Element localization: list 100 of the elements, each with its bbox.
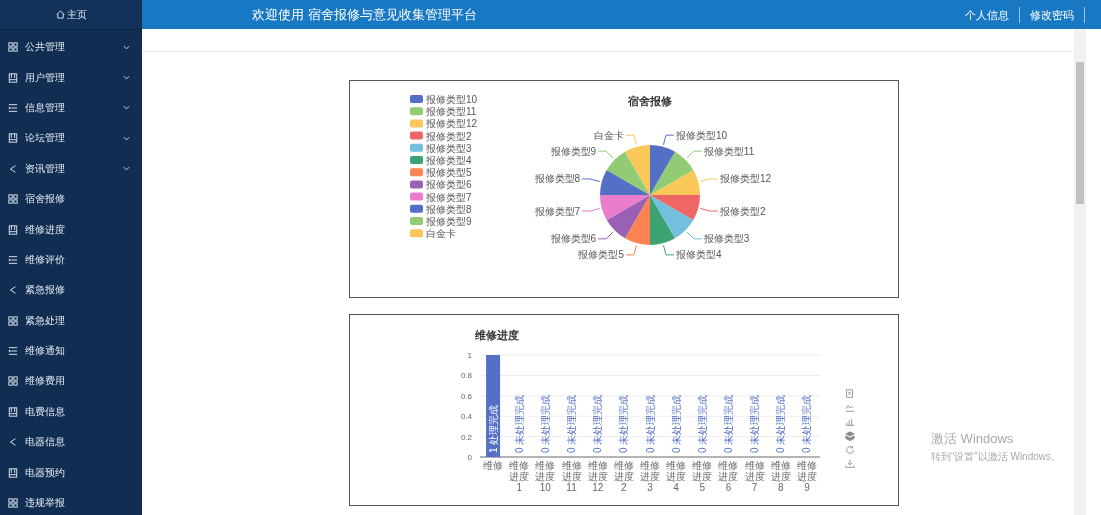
- slice-label: 报修类型5: [578, 249, 624, 261]
- chart-title: 维修进度: [475, 329, 519, 341]
- legend-swatch[interactable]: [410, 204, 423, 213]
- sidebar-item[interactable]: 维修进度: [0, 214, 142, 245]
- legend-swatch[interactable]: [410, 131, 423, 140]
- category-label: 维修: [483, 460, 504, 471]
- legend-label[interactable]: 报修类型6: [426, 179, 472, 191]
- list-icon: [8, 346, 18, 357]
- leader-line: [597, 231, 614, 240]
- bar-chart-icon[interactable]: [845, 418, 855, 426]
- grid-icon: [8, 315, 18, 326]
- legend-label[interactable]: 报修类型11: [426, 106, 477, 118]
- home-link[interactable]: 主页: [0, 0, 142, 30]
- value-label: 0 未处理完成: [670, 394, 682, 453]
- list-icon: [8, 254, 18, 265]
- sidebar-item[interactable]: 公共管理: [0, 32, 142, 63]
- sidebar-item[interactable]: 紧急报修: [0, 275, 142, 306]
- legend-label[interactable]: 白金卡: [426, 228, 456, 240]
- slice-label: 报修类型7: [534, 205, 581, 217]
- leader-line: [699, 207, 719, 212]
- legend-swatch[interactable]: [410, 107, 423, 116]
- legend-label[interactable]: 报修类型9: [426, 216, 472, 227]
- pie-slice[interactable]: [600, 170, 650, 195]
- sidebar-item[interactable]: 电器信息: [0, 427, 142, 458]
- category-label: 维修进度9: [796, 460, 817, 493]
- category-label: 维修进度2: [613, 460, 634, 493]
- pie-slice[interactable]: [606, 195, 650, 239]
- pie-slice[interactable]: [600, 195, 650, 220]
- value-label: 0 未处理完成: [749, 394, 761, 453]
- legend-label[interactable]: 报修类型3: [426, 142, 472, 154]
- legend-label[interactable]: 报修类型12: [426, 118, 478, 130]
- category-label: 维修进度12: [587, 460, 608, 493]
- legend-swatch[interactable]: [410, 168, 423, 177]
- sidebar-item[interactable]: 电器预约: [0, 457, 142, 488]
- legend-swatch[interactable]: [410, 229, 423, 238]
- slice-label: 报修类型12: [719, 173, 771, 185]
- header-link[interactable]: 个人信息: [955, 6, 1020, 23]
- sidebar-item[interactable]: 信息管理: [0, 92, 142, 124]
- data-view-icon[interactable]: [846, 389, 853, 398]
- restore-icon[interactable]: [846, 445, 854, 454]
- pie-slice[interactable]: [650, 151, 694, 195]
- legend-label[interactable]: 报修类型7: [426, 191, 472, 203]
- legend-swatch[interactable]: [410, 95, 423, 103]
- category-label: 维修进度4: [666, 460, 687, 493]
- category-label: 维修进度10: [535, 460, 556, 493]
- header-link[interactable]: 修改密码: [1020, 6, 1085, 23]
- legend-swatch[interactable]: [410, 217, 423, 225]
- category-label: 维修进度6: [718, 460, 739, 493]
- pie-slice[interactable]: [625, 145, 650, 195]
- leader-line: [662, 134, 675, 146]
- legend-label[interactable]: 报修类型10: [426, 94, 478, 105]
- leader-line: [625, 244, 638, 256]
- legend-swatch[interactable]: [410, 119, 423, 128]
- house-icon: [55, 10, 65, 19]
- axis-tick-label: 0.6: [460, 391, 472, 401]
- book-icon: [8, 72, 18, 83]
- pie-slice[interactable]: [650, 195, 675, 245]
- sidebar-item[interactable]: 宿舍报修: [0, 183, 142, 215]
- legend-label[interactable]: 报修类型8: [426, 203, 472, 215]
- legend-swatch[interactable]: [410, 192, 423, 201]
- value-label: 0 未处理完成: [513, 394, 525, 453]
- line-chart-icon[interactable]: [845, 405, 855, 412]
- legend-label[interactable]: 报修类型4: [426, 155, 472, 166]
- leader-line: [662, 244, 675, 256]
- stack-icon[interactable]: [845, 431, 855, 441]
- book-icon: [8, 406, 18, 417]
- download-icon[interactable]: [845, 459, 855, 468]
- pie-slice[interactable]: [650, 195, 700, 220]
- sidebar-item[interactable]: 论坛管理: [0, 123, 142, 154]
- bar[interactable]: [486, 355, 501, 457]
- pie-slice[interactable]: [625, 195, 650, 245]
- scrollbar[interactable]: [1074, 29, 1086, 515]
- slice-label: 报修类型6: [550, 233, 597, 245]
- sidebar-item[interactable]: 维修评价: [0, 244, 142, 276]
- sidebar-item[interactable]: 维修通知: [0, 335, 142, 367]
- sidebar-item[interactable]: 紧急处理: [0, 305, 142, 336]
- sidebar-item[interactable]: 资讯管理: [0, 153, 142, 184]
- legend-label[interactable]: 报修类型5: [426, 167, 472, 179]
- legend-swatch[interactable]: [410, 156, 423, 164]
- leader-line: [686, 150, 703, 159]
- value-label: 0 未处理完成: [566, 394, 578, 453]
- value-label: 0 未处理完成: [539, 394, 551, 453]
- pie-slice[interactable]: [650, 195, 694, 239]
- pie-slice[interactable]: [650, 145, 675, 195]
- value-label: 0 未处理完成: [775, 394, 787, 453]
- leader-line: [581, 178, 601, 183]
- legend-swatch[interactable]: [410, 143, 423, 152]
- share-icon: [8, 163, 18, 174]
- legend-label[interactable]: 报修类型2: [426, 130, 472, 142]
- category-label: 维修进度8: [770, 460, 791, 493]
- sidebar-item[interactable]: 维修费用: [0, 366, 142, 397]
- axis-tick-label: 0.8: [460, 371, 472, 381]
- sidebar-item[interactable]: 违规举报: [0, 487, 142, 515]
- sidebar-item[interactable]: 用户管理: [0, 62, 142, 93]
- sidebar-item[interactable]: 电费信息: [0, 396, 142, 428]
- pie-slice[interactable]: [650, 170, 700, 195]
- legend-swatch[interactable]: [410, 180, 423, 189]
- value-label: 0 未处理完成: [722, 394, 734, 453]
- pie-slice[interactable]: [606, 151, 650, 195]
- value-label: 0 未处理完成: [696, 394, 708, 453]
